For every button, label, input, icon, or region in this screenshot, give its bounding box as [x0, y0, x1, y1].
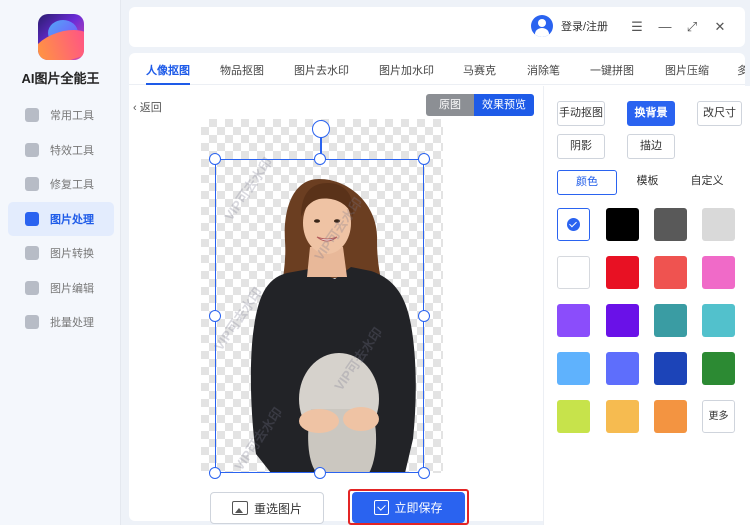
color-swatch[interactable]	[654, 256, 687, 289]
resize-handle-bottom-left[interactable]	[209, 467, 221, 479]
resize-handle-top-right[interactable]	[418, 153, 430, 165]
reselect-image-button[interactable]: 重选图片	[210, 492, 324, 524]
sidebar-item-batch[interactable]: 批量处理	[8, 305, 114, 340]
more-colors-button[interactable]: 更多	[702, 400, 735, 433]
color-swatch[interactable]	[702, 304, 735, 337]
image-icon	[231, 501, 248, 515]
sidebar-item-edit[interactable]: 图片编辑	[8, 271, 114, 306]
resize-handle-right[interactable]	[418, 310, 430, 322]
sidebar-item-effects[interactable]: 特效工具	[8, 133, 114, 168]
color-swatch[interactable]	[557, 304, 590, 337]
resize-handle-left[interactable]	[209, 310, 221, 322]
resize-handle-bottom[interactable]	[314, 467, 326, 479]
check-icon	[567, 218, 580, 231]
color-swatch[interactable]	[557, 352, 590, 385]
tool-tabs: 人像抠图 物品抠图 图片去水印 图片加水印 马赛克 消除笔 一键拼图 图片压缩 …	[129, 53, 745, 85]
resize-handle-bottom-right[interactable]	[418, 467, 430, 479]
tab-more[interactable]: 多	[737, 62, 745, 78]
color-swatch[interactable]	[702, 256, 735, 289]
tab-mosaic[interactable]: 马赛克	[463, 62, 496, 78]
subtab-template[interactable]: 模板	[625, 170, 670, 195]
color-swatch[interactable]	[606, 400, 639, 433]
color-swatch[interactable]	[606, 256, 639, 289]
tab-compress[interactable]: 图片压缩	[665, 62, 709, 78]
back-label: 返回	[139, 102, 162, 114]
original-view-button[interactable]: 原图	[426, 94, 474, 116]
sidebar-item-repair[interactable]: 修复工具	[8, 167, 114, 202]
minimize-icon[interactable]: —	[657, 19, 673, 35]
resize-button[interactable]: 改尺寸	[697, 101, 742, 126]
tab-eraser[interactable]: 消除笔	[527, 62, 560, 78]
color-swatch[interactable]	[702, 352, 735, 385]
change-background-button[interactable]: 换背景	[627, 101, 675, 126]
image-process-icon	[25, 211, 39, 226]
app-logo	[38, 14, 84, 60]
save-button[interactable]: 立即保存	[352, 492, 465, 523]
subtab-custom[interactable]: 自定义	[683, 170, 731, 195]
sidebar-nav: 常用工具 特效工具 修复工具 图片处理 图片转换 图片编辑 批量处理	[8, 98, 114, 340]
sidebar-item-label: 批量处理	[50, 317, 94, 330]
sidebar-item-label: 修复工具	[50, 179, 94, 192]
subtab-color[interactable]: 颜色	[557, 170, 617, 195]
bandage-icon	[25, 177, 39, 192]
color-swatch[interactable]	[654, 400, 687, 433]
grid-icon	[25, 108, 39, 123]
sidebar-item-image-process[interactable]: 图片处理	[8, 201, 114, 236]
sidebar-item-label: 图片转换	[50, 248, 94, 261]
manual-cutout-button[interactable]: 手动抠图	[557, 101, 605, 126]
reselect-label: 重选图片	[253, 501, 302, 516]
download-icon	[374, 500, 390, 515]
sidebar-item-label: 常用工具	[50, 110, 94, 123]
color-swatch[interactable]	[557, 400, 590, 433]
color-swatch[interactable]	[654, 304, 687, 337]
sidebar-item-label: 特效工具	[50, 144, 94, 157]
color-swatch[interactable]	[654, 208, 687, 241]
batch-icon	[25, 315, 39, 330]
top-bar: 登录/注册 ☰ — ⤢ ✕	[129, 7, 745, 47]
star-icon	[25, 142, 39, 157]
user-avatar-icon	[531, 15, 553, 37]
login-label: 登录/注册	[561, 21, 609, 33]
tab-portrait-cutout[interactable]: 人像抠图	[146, 62, 190, 85]
app-name: AI图片全能王	[21, 71, 100, 86]
sidebar: AI图片全能王 常用工具 特效工具 修复工具 图片处理 图片转换 图片编辑 批量…	[0, 0, 121, 525]
sidebar-item-convert[interactable]: 图片转换	[8, 236, 114, 271]
sidebar-item-common-tools[interactable]: 常用工具	[8, 98, 114, 133]
resize-handle-top[interactable]	[314, 153, 326, 165]
color-swatch[interactable]	[654, 352, 687, 385]
color-swatch[interactable]	[606, 208, 639, 241]
edit-icon	[25, 280, 39, 295]
save-label: 立即保存	[394, 501, 443, 515]
close-icon[interactable]: ✕	[712, 19, 728, 35]
color-swatch[interactable]	[702, 208, 735, 241]
back-button[interactable]: ‹ 返回	[133, 99, 162, 115]
maximize-icon[interactable]: ⤢	[684, 19, 700, 35]
tab-object-cutout[interactable]: 物品抠图	[220, 62, 264, 78]
shadow-button[interactable]: 阴影	[557, 134, 605, 159]
view-toggle: 原图 效果预览	[426, 94, 534, 116]
menu-icon[interactable]: ☰	[629, 19, 645, 35]
sidebar-item-label: 图片处理	[50, 213, 94, 226]
sidebar-item-label: 图片编辑	[50, 282, 94, 295]
convert-icon	[25, 246, 39, 261]
rotate-handle[interactable]	[312, 120, 330, 138]
stroke-button[interactable]: 描边	[627, 134, 675, 159]
tab-add-watermark[interactable]: 图片加水印	[379, 62, 434, 78]
tab-remove-watermark[interactable]: 图片去水印	[294, 62, 349, 78]
resize-handle-top-left[interactable]	[209, 153, 221, 165]
preview-view-button[interactable]: 效果预览	[474, 94, 534, 116]
login-button[interactable]: 登录/注册	[531, 15, 608, 37]
tab-collage[interactable]: 一键拼图	[590, 62, 634, 78]
color-swatch[interactable]	[606, 304, 639, 337]
color-swatch[interactable]	[606, 352, 639, 385]
selection-box[interactable]	[215, 159, 424, 473]
color-swatch[interactable]	[557, 256, 590, 289]
color-swatch[interactable]	[557, 208, 590, 241]
